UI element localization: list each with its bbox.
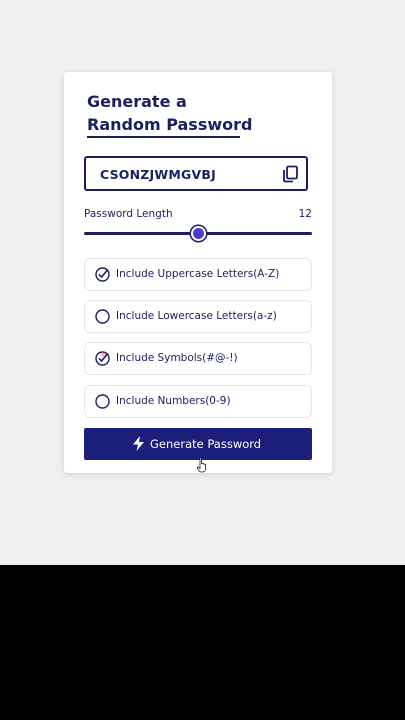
option-uppercase[interactable]: Include Uppercase Letters(A-Z) xyxy=(84,258,312,291)
option-lowercase[interactable]: Include Lowercase Letters(a-z) xyxy=(84,300,312,333)
generate-password-label: Generate Password xyxy=(150,437,262,451)
card-title-line2: Random Password xyxy=(87,115,253,134)
checkbox-checked-icon[interactable] xyxy=(95,267,110,282)
option-numbers[interactable]: Include Numbers(0-9) xyxy=(84,385,312,418)
option-lowercase-label: Include Lowercase Letters(a-z) xyxy=(116,310,277,322)
screen: Generate a Random Password CSONZJWMGVBJ … xyxy=(0,0,405,720)
black-bottom-area xyxy=(0,565,405,720)
slider-thumb[interactable] xyxy=(191,226,206,241)
copy-icon[interactable] xyxy=(281,165,299,183)
password-generator-card: Generate a Random Password CSONZJWMGVBJ … xyxy=(64,72,332,473)
page-background: Generate a Random Password CSONZJWMGVBJ … xyxy=(0,0,405,565)
option-numbers-label: Include Numbers(0-9) xyxy=(116,395,231,407)
card-title: Generate a Random Password xyxy=(87,90,252,136)
checkbox-checked-icon[interactable] xyxy=(95,351,110,366)
card-title-line1: Generate a xyxy=(87,92,187,111)
checkbox-unchecked-icon[interactable] xyxy=(95,309,110,324)
option-symbols[interactable]: Include Symbols(#@-!) xyxy=(84,342,312,375)
password-output-text: CSONZJWMGVBJ xyxy=(100,167,216,182)
password-length-label: Password Length xyxy=(84,208,173,220)
password-length-slider[interactable] xyxy=(84,226,312,241)
generate-password-button[interactable]: Generate Password xyxy=(84,428,312,460)
title-underline xyxy=(87,136,240,138)
bolt-icon xyxy=(132,436,145,451)
option-symbols-label: Include Symbols(#@-!) xyxy=(116,352,238,364)
password-length-value: 12 xyxy=(298,208,312,220)
option-uppercase-label: Include Uppercase Letters(A-Z) xyxy=(116,268,280,280)
hand-cursor-icon xyxy=(196,457,208,473)
checkbox-unchecked-icon[interactable] xyxy=(95,394,110,409)
password-output-field[interactable]: CSONZJWMGVBJ xyxy=(84,156,308,191)
